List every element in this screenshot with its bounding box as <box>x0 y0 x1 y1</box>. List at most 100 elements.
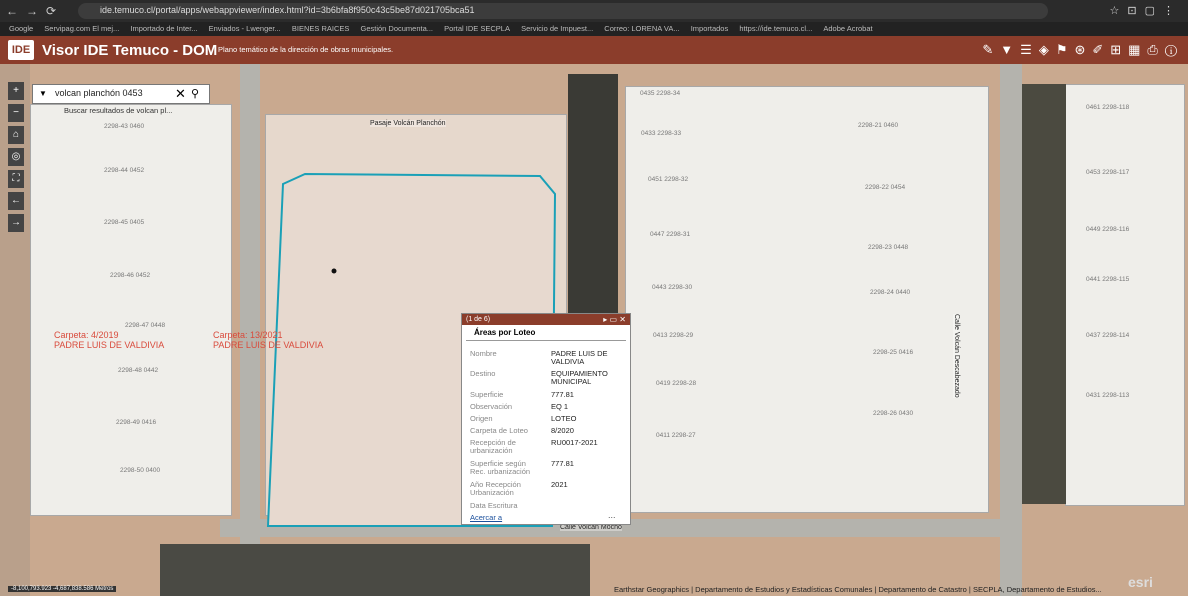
parcel-label: 2298-45 0405 <box>104 219 145 226</box>
parcel-label: 0447 2298-31 <box>650 231 691 238</box>
search-source-dropdown-icon[interactable]: ▼ <box>39 89 47 98</box>
previous-extent-icon[interactable]: ← <box>8 192 24 210</box>
parcel-label: 0451 2298-32 <box>648 176 689 183</box>
field-label: Año Recepción Urbanización <box>470 480 521 497</box>
parcel-label: 0441 2298-115 <box>1086 276 1130 283</box>
field-value: 2021 <box>551 480 568 489</box>
app-subtitle: Plano temático de la dirección de obras … <box>218 45 394 54</box>
bookmark[interactable]: Portal IDE SECPLA <box>444 22 510 36</box>
parcel-label: 0461 2298-118 <box>1086 104 1130 111</box>
field-value: LOTEO <box>551 414 577 423</box>
app-title: Visor IDE Temuco - DOM <box>42 42 218 59</box>
parcel-label: 2298-44 0452 <box>104 167 145 174</box>
esri-logo: esri <box>1128 574 1153 590</box>
field-value: EQUIPAMIENTO MUNICIPAL <box>551 369 608 386</box>
field-label: Destino <box>470 369 496 378</box>
parcel-label: 0435 2298-34 <box>640 90 681 97</box>
widget-toolbar[interactable]: ✎▼☰◈⚑⊛✐⊞▦⎙ⓘ <box>982 42 1184 58</box>
carpeta-name: PADRE LUIS DE VALDIVIA <box>213 340 324 350</box>
carpeta-label-mid: Carpeta: 13/2021 PADRE LUIS DE VALDIVIA <box>213 330 323 350</box>
carpeta-label-left: Carpeta: 4/2019 PADRE LUIS DE VALDIVIA <box>54 330 164 350</box>
search-suggestion[interactable]: Buscar resultados de volcan pl... <box>64 106 172 115</box>
bookmark[interactable]: Importado de Inter... <box>130 22 197 36</box>
field-value: 777.81 <box>551 390 574 399</box>
search-icon[interactable]: ⚲ <box>191 87 199 100</box>
parcel-label: 0419 2298-28 <box>656 380 697 387</box>
more-actions-icon[interactable]: ... <box>608 510 616 520</box>
browser-menu-icons[interactable]: ☆⊡▢⋮ <box>1110 4 1182 17</box>
parcel-label: 2298-43 0460 <box>104 123 145 130</box>
parcel-label: 2298-50 0400 <box>120 467 161 474</box>
carpeta-number: Carpeta: 4/2019 <box>54 330 119 340</box>
field-value: 777.81 <box>551 459 574 468</box>
field-value: 8/2020 <box>551 426 574 435</box>
street-label: Calle Volcán Mocho <box>560 524 622 531</box>
search-widget[interactable]: ▼ volcan planchón 0453 ✕ ⚲ <box>32 84 210 104</box>
popup-title: Áreas por Loteo <box>466 325 626 341</box>
coordinate-readout: -8,100,793.923 -4,687,838.586 Metros <box>8 586 117 592</box>
bookmark[interactable]: Importados <box>691 22 729 36</box>
field-label: Superficie <box>470 390 504 399</box>
field-label: Observación <box>470 402 513 411</box>
map-attribution: Earthstar Geographics | Departamento de … <box>614 585 1102 594</box>
field-label: Carpeta de Loteo <box>470 426 528 435</box>
bookmark[interactable]: BIENES RAICES <box>292 22 350 36</box>
carpeta-number: Carpeta: 13/2021 <box>213 330 283 340</box>
zoom-to-link[interactable]: Acercar a <box>470 513 502 522</box>
parcel-label: 0453 2298-117 <box>1086 169 1130 176</box>
parcel-label: 2298-23 0448 <box>868 244 909 251</box>
parcel-label: 2298-46 0452 <box>110 272 151 279</box>
bookmark[interactable]: Gestión Documenta... <box>360 22 433 36</box>
field-label: Superficie según Rec. urbanización <box>470 459 531 476</box>
street-label: Pasaje Volcán Planchón <box>370 120 446 127</box>
reload-icon[interactable]: ⟳ <box>46 4 56 18</box>
field-label: Nombre <box>470 349 497 358</box>
popup-pager: (1 de 6) <box>466 316 491 323</box>
bookmark[interactable]: https://ide.temuco.cl... <box>739 22 812 36</box>
field-value: EQ 1 <box>551 402 569 411</box>
field-label: Origen <box>470 414 493 423</box>
search-input[interactable]: volcan planchón 0453 <box>55 88 143 98</box>
app-header: IDE Visor IDE Temuco - DOM Plano temátic… <box>0 36 1188 64</box>
bookmark[interactable]: Servicio de Impuest... <box>521 22 593 36</box>
parcel-label: 2298-48 0442 <box>118 367 159 374</box>
locate-icon[interactable]: ◎ <box>8 148 24 166</box>
field-value: PADRE LUIS DE VALDIVIA <box>551 349 608 366</box>
home-icon[interactable]: ⌂ <box>8 126 24 144</box>
parcel-label: 2298-24 0440 <box>870 289 911 296</box>
back-icon[interactable]: ← <box>6 4 18 18</box>
next-extent-icon[interactable]: → <box>8 214 24 232</box>
parcel-label: 2298-47 0448 <box>125 322 166 329</box>
zoom-out-button[interactable]: − <box>8 104 24 122</box>
bookmark[interactable]: Correo: LORENA VA... <box>604 22 679 36</box>
bookmarks-bar: Google Servipag.com El mej... Importado … <box>0 22 1188 36</box>
field-label: Data Escritura <box>470 501 518 510</box>
parcel-label: 2298-21 0460 <box>858 122 899 129</box>
parcel-label: 0449 2298-116 <box>1086 226 1130 233</box>
bookmark[interactable]: Servipag.com El mej... <box>44 22 119 36</box>
popup-controls[interactable]: ▸ ▭ ✕ <box>603 314 626 325</box>
forward-icon[interactable]: → <box>26 4 38 18</box>
bookmark[interactable]: Adobe Acrobat <box>823 22 872 36</box>
field-value: RU0017-2021 <box>551 438 598 447</box>
parcel-label: 0443 2298-30 <box>652 284 693 291</box>
clear-search-icon[interactable]: ✕ <box>175 86 186 102</box>
bookmark[interactable]: Google <box>9 22 33 36</box>
map-nav-tools: + − ⌂ ◎ ⛶ ← → <box>8 82 24 236</box>
popup-header: (1 de 6) ▸ ▭ ✕ <box>462 314 630 325</box>
street-label: Calle Volcán Descabezado <box>953 314 960 398</box>
url-text: ide.temuco.cl/portal/apps/webappviewer/i… <box>100 5 475 15</box>
feature-popup: (1 de 6) ▸ ▭ ✕ Áreas por Loteo Nombre PA… <box>461 313 631 525</box>
fullscreen-icon[interactable]: ⛶ <box>8 170 24 188</box>
parcel-label: 0431 2298-113 <box>1086 392 1130 399</box>
parcel-label: 0437 2298-114 <box>1086 332 1130 339</box>
bookmark[interactable]: Enviados - Lwenger... <box>209 22 281 36</box>
parcel-label: 0433 2298-33 <box>641 130 682 137</box>
lot-centroid-dot <box>331 268 337 274</box>
parcel-label: 2298-22 0454 <box>865 184 906 191</box>
carpeta-name: PADRE LUIS DE VALDIVIA <box>54 340 165 350</box>
zoom-in-button[interactable]: + <box>8 82 24 100</box>
browser-toolbar: ← → ⟳ ide.temuco.cl/portal/apps/webappvi… <box>0 0 1188 22</box>
parcel-label: 2298-25 0416 <box>873 349 914 356</box>
ide-logo: IDE <box>8 40 34 60</box>
